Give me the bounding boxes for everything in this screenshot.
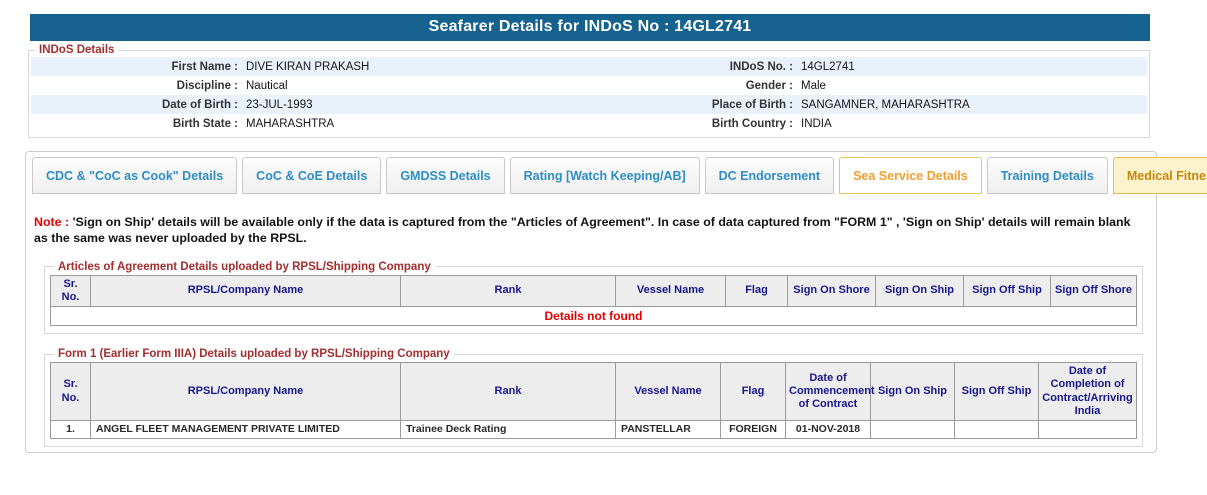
column-header-sign-off-ship: Sign Off Ship xyxy=(963,274,1051,308)
column-header-date-of-completion-of-contract-arriving-india: Date of Completion of Contract/Arriving … xyxy=(1038,362,1137,421)
tab-medical-fitness-certificate[interactable]: Medical Fitness Certificate xyxy=(1112,157,1207,194)
form1-details-legend: Form 1 (Earlier Form IIIA) Details uploa… xyxy=(58,348,450,361)
column-header-flag: Flag xyxy=(720,362,786,421)
sign-on-ship-note: Note : 'Sign on Ship' details will be av… xyxy=(34,214,1144,247)
note-text: 'Sign on Ship' details will be available… xyxy=(34,215,1131,246)
field-value: 14GL2741 xyxy=(801,60,855,73)
page-title: Seafarer Details for INDoS No : 14GL2741 xyxy=(30,14,1150,41)
cell-sign-on-ship xyxy=(870,419,955,439)
indos-details-fieldset: INDoS Details First Name : DIVE KIRAN PRA… xyxy=(28,44,1150,138)
column-header-sign-on-shore: Sign On Shore xyxy=(787,274,876,308)
column-header-date-of-commencement-of-contract: Date of Commencement of Contract xyxy=(785,362,875,421)
field-value: INDIA xyxy=(801,117,832,130)
field-label: Place of Birth : xyxy=(711,98,793,111)
table-header-row: Sr. No. RPSL/Company Name Rank Vessel Name F… xyxy=(50,274,1137,308)
agreement-details-legend: Articles of Agreement Details uploaded b… xyxy=(58,260,431,273)
field-value: SANGAMNER, MAHARASHTRA xyxy=(801,98,970,111)
indos-detail-row: First Name : DIVE KIRAN PRAKASH INDoS No. … xyxy=(31,57,1147,76)
tab-dc-endorsement[interactable]: DC Endorsement xyxy=(704,157,835,194)
table-header-row: Sr. No. RPSL/Company Name Rank Vessel Name F… xyxy=(50,362,1137,421)
cell-sr-no: 1. xyxy=(50,419,91,439)
tab-rating-watch-keeping-ab[interactable]: Rating [Watch Keeping/AB] xyxy=(509,157,700,194)
field-value: DIVE KIRAN PRAKASH xyxy=(246,60,370,73)
form1-details-table: Sr. No. RPSL/Company Name Rank Vessel Name F… xyxy=(50,362,1137,439)
table-empty-row: Details not found xyxy=(50,306,1137,327)
cell-flag: FOREIGN xyxy=(720,419,786,439)
tab-bar: CDC & "CoC as Cook" Details CoC & CoE Det… xyxy=(32,157,1207,194)
cell-rpsl-company-name: ANGEL FLEET MANAGEMENT PRIVATE LIMITED xyxy=(90,419,401,439)
field-value: 23-JUL-1993 xyxy=(246,98,313,111)
indos-detail-row: Date of Birth : 23-JUL-1993 Place of Birth… xyxy=(31,95,1147,114)
field-value: Nautical xyxy=(246,79,288,92)
column-header-sr-no: Sr. No. xyxy=(50,362,91,421)
cell-vessel-name: PANSTELLAR xyxy=(615,419,721,439)
field-label: Discipline : xyxy=(176,79,238,92)
tab-sea-service-details[interactable]: Sea Service Details xyxy=(839,157,982,194)
agreement-details-table: Sr. No. RPSL/Company Name Rank Vessel Name F… xyxy=(50,274,1137,327)
cell-date-of-commencement-of-contract: 01-NOV-2018 xyxy=(785,419,871,439)
column-header-sign-off-shore: Sign Off Shore xyxy=(1050,274,1137,308)
field-value: Male xyxy=(801,79,826,92)
field-label: First Name : xyxy=(171,60,238,73)
field-label: Birth State : xyxy=(172,117,238,130)
column-header-vessel-name: Vessel Name xyxy=(615,274,726,308)
column-header-sign-off-ship: Sign Off Ship xyxy=(954,362,1039,421)
indos-detail-row: Birth State : MAHARASHTRA Birth Country : I… xyxy=(31,114,1147,133)
column-header-sr-no: Sr. No. xyxy=(50,274,91,308)
column-header-rpsl-company-name: RPSL/Company Name xyxy=(90,274,401,308)
column-header-rank: Rank xyxy=(400,274,616,308)
field-label: Gender : xyxy=(745,79,793,92)
column-header-vessel-name: Vessel Name xyxy=(615,362,721,421)
cell-rank: Trainee Deck Rating xyxy=(400,419,616,439)
form1-details-fieldset: Form 1 (Earlier Form IIIA) Details uploa… xyxy=(44,348,1143,447)
field-label: Birth Country : xyxy=(711,117,793,130)
column-header-sign-on-ship: Sign On Ship xyxy=(875,274,964,308)
agreement-details-fieldset: Articles of Agreement Details uploaded b… xyxy=(44,260,1143,335)
cell-date-of-completion-of-contract-arriving-india xyxy=(1038,419,1137,439)
indos-detail-row: Discipline : Nautical Gender : Male xyxy=(31,76,1147,95)
cell-sign-off-ship xyxy=(954,419,1039,439)
column-header-rank: Rank xyxy=(400,362,616,421)
column-header-flag: Flag xyxy=(725,274,788,308)
tab-content-panel: CDC & "CoC as Cook" Details CoC & CoE Det… xyxy=(25,151,1207,453)
field-value: MAHARASHTRA xyxy=(246,117,335,130)
indos-details-legend: INDoS Details xyxy=(39,44,115,56)
column-header-rpsl-company-name: RPSL/Company Name xyxy=(90,362,401,421)
tab-gmdss-details[interactable]: GMDSS Details xyxy=(386,157,505,194)
details-not-found-message: Details not found xyxy=(50,306,1137,327)
field-label: Date of Birth : xyxy=(161,98,238,111)
tab-cdc-coc-as-cook-details[interactable]: CDC & "CoC as Cook" Details xyxy=(32,157,238,194)
tab-coc-coe-details[interactable]: CoC & CoE Details xyxy=(242,157,382,194)
field-label: INDoS No. : xyxy=(729,60,793,73)
note-prefix: Note : xyxy=(34,215,70,229)
indos-details-grid: First Name : DIVE KIRAN PRAKASH INDoS No. … xyxy=(31,57,1147,133)
column-header-sign-on-ship: Sign On Ship xyxy=(870,362,955,421)
table-row: 1. ANGEL FLEET MANAGEMENT PRIVATE LIMITED… xyxy=(50,419,1137,439)
tab-training-details[interactable]: Training Details xyxy=(986,157,1108,194)
